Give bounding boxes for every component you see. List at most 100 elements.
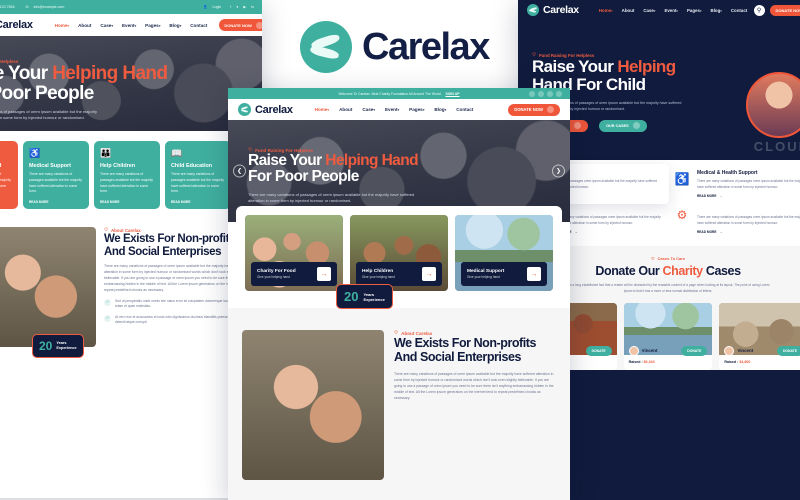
service-text: There are many variations of passages av… xyxy=(171,172,224,194)
brand-logo-center[interactable]: Carelax xyxy=(238,103,293,116)
read-more-link[interactable]: READ MORE xyxy=(171,200,225,204)
carelax-logo-icon xyxy=(238,103,251,116)
arrow-right-icon[interactable]: → xyxy=(527,267,541,281)
donate-subtitle: It is a long established fact that a rea… xyxy=(566,283,770,294)
linkedin-icon[interactable]: in xyxy=(251,5,254,9)
topbar-email[interactable]: info@example.com xyxy=(34,5,65,9)
gallery-title: Medical Support xyxy=(467,268,505,274)
search-icon[interactable]: ⚲ xyxy=(753,4,765,16)
service-card-help-children[interactable]: 👪 Help Children There are many variation… xyxy=(94,141,160,209)
facebook-icon[interactable]: f xyxy=(230,5,231,9)
brand-name: Carelax xyxy=(255,103,293,116)
hero-our-cases-button[interactable]: OUR CASES xyxy=(599,119,647,132)
nav-item-blog[interactable]: Blog▾ xyxy=(711,8,722,13)
badge-line2: Experience xyxy=(56,346,77,350)
nav-item-case[interactable]: Case▾ xyxy=(643,8,655,13)
left-navbar: Carelax Home▾ About Case▾ Event▾ Pages▾ … xyxy=(0,14,262,36)
nav-item-contact[interactable]: Contact xyxy=(456,107,473,112)
left-hero-copy: Fund Raising For Helpless Raise Your Hel… xyxy=(0,58,168,122)
donate-button[interactable]: DONATE xyxy=(681,345,708,356)
read-more-link[interactable]: READ MORE→ xyxy=(697,230,800,234)
read-more-link[interactable]: READ MORE xyxy=(0,200,12,204)
nav-item-blog[interactable]: Blog▾ xyxy=(169,23,181,28)
gallery-title: Charity For Food xyxy=(257,268,296,274)
read-more-link[interactable]: READ MORE xyxy=(29,200,83,204)
service-card-child-education[interactable]: 📖 Child Education There are many variati… xyxy=(165,141,231,209)
gallery-card-help-children[interactable]: Help Children Give your helping hand → xyxy=(350,215,448,291)
nav-item-home[interactable]: Home▾ xyxy=(599,8,613,13)
check-icon: ✓ xyxy=(104,314,111,322)
gallery-subtitle: Give your helping hand xyxy=(467,275,500,280)
service-card-charity-for-food[interactable]: ☘ Charity For Food There are many variat… xyxy=(0,141,18,209)
browser-window-left: ☎ +1 800 123 7654 ✉ info@example.com 👤 L… xyxy=(0,0,262,498)
hero-next-button[interactable]: ❯ xyxy=(552,164,565,178)
arrow-right-icon[interactable]: → xyxy=(317,267,331,281)
donate-now-button[interactable]: DONATE NOW xyxy=(769,4,800,16)
nav-item-event[interactable]: Event▾ xyxy=(122,23,136,28)
youtube-icon[interactable]: ▶ xyxy=(243,5,246,9)
linkedin-icon[interactable] xyxy=(556,90,562,97)
carelax-logo-lockup: Carelax xyxy=(300,12,510,82)
case-raised: Raised : $6,343 xyxy=(628,359,655,364)
brand-logo-left[interactable]: Carelax xyxy=(0,19,33,32)
avatar xyxy=(724,345,735,356)
service-card-medical-support[interactable]: ♿ Medical Support There are many variati… xyxy=(23,141,89,209)
facebook-icon[interactable] xyxy=(529,90,535,97)
nav-item-pages[interactable]: Pages▾ xyxy=(145,23,160,28)
youtube-icon[interactable] xyxy=(547,90,553,97)
service-text: There are many variations of passages or… xyxy=(697,179,800,189)
read-more-link[interactable]: READ MORE xyxy=(100,200,154,204)
nav-item-case[interactable]: Case▾ xyxy=(362,107,375,112)
nav-item-home[interactable]: Home▾ xyxy=(315,107,329,112)
nav-item-contact[interactable]: Contact xyxy=(731,8,747,13)
brand-name: Carelax xyxy=(543,4,579,16)
left-main-nav: Home▾ About Case▾ Event▾ Pages▾ Blog▾ Co… xyxy=(55,23,208,28)
right-navbar: Carelax Home▾ About Case▾ Event▾ Pages▾ … xyxy=(518,0,800,20)
gallery-card-charity-for-food[interactable]: Charity For Food Give your helping hand … xyxy=(245,215,343,291)
donate-now-button[interactable]: DONATE NOW xyxy=(508,103,560,116)
read-more-link[interactable]: READ MORE→ xyxy=(697,194,800,198)
hero-title: Raise Your Helping Hand For Poor People xyxy=(0,63,168,104)
gallery-caption: Medical Support Give your helping hand → xyxy=(461,262,547,286)
login-link[interactable]: Login xyxy=(212,5,221,9)
twitter-icon[interactable]: ● xyxy=(236,5,238,9)
twitter-icon[interactable] xyxy=(538,90,544,97)
donate-button[interactable]: DONATE xyxy=(585,345,612,356)
case-author: Vincent xyxy=(724,345,753,356)
nav-item-event[interactable]: Event▾ xyxy=(664,8,678,13)
topbar-message: Welcome To Carelax. Best Charity Foundat… xyxy=(338,91,442,96)
donate-button[interactable]: DONATE xyxy=(776,345,800,356)
carelax-logo-icon xyxy=(527,4,539,16)
sign-up-link[interactable]: SIGN UP xyxy=(446,92,460,96)
nav-item-pages[interactable]: Pages▾ xyxy=(409,107,424,112)
service-title: Medical Support xyxy=(29,163,71,169)
nav-item-home[interactable]: Home▾ xyxy=(55,23,69,28)
nav-item-contact[interactable]: Contact xyxy=(190,23,207,28)
badge-number: 20 xyxy=(344,289,359,304)
nav-item-about[interactable]: About xyxy=(78,23,91,28)
arrow-right-icon xyxy=(255,21,262,29)
check-icon: ✓ xyxy=(104,298,111,306)
nav-item-event[interactable]: Event▾ xyxy=(385,107,399,112)
case-meta: Raised : $6,343 xyxy=(624,355,713,370)
case-card[interactable]: Vincent DONATE Raised : $4,800 xyxy=(719,302,800,370)
service-title: Charity For Food xyxy=(0,163,12,169)
brand-logo-right[interactable]: Carelax xyxy=(527,4,579,16)
nav-item-about[interactable]: About xyxy=(339,107,352,112)
case-card[interactable]: Vincent DONATE Raised : $6,343 xyxy=(623,302,713,370)
nav-item-case[interactable]: Case▾ xyxy=(100,23,113,28)
nav-item-pages[interactable]: Pages▾ xyxy=(687,8,702,13)
donate-now-button[interactable]: DONATE NOW xyxy=(219,19,262,31)
service-card-medical-health-support[interactable]: ♿ Medical & Health Support There are man… xyxy=(673,170,800,198)
nav-item-about[interactable]: About xyxy=(622,8,635,13)
hero-prev-button[interactable]: ❮ xyxy=(233,164,246,178)
mail-icon: ✉ xyxy=(25,5,29,9)
left-hero: Fund Raising For Helpless Raise Your Hel… xyxy=(0,36,262,131)
arrow-right-icon[interactable]: → xyxy=(422,267,436,281)
left-services-row: ☘ Charity For Food There are many variat… xyxy=(0,131,262,219)
gallery-card-medical-support[interactable]: Medical Support Give your helping hand → xyxy=(455,215,553,291)
nav-item-blog[interactable]: Blog▾ xyxy=(434,107,446,112)
service-title: Child Education xyxy=(171,163,213,169)
hands-heart-icon: ☘ xyxy=(0,148,12,159)
service-card-help-the-children[interactable]: ⚙ Help The Children There are many varia… xyxy=(673,206,800,234)
